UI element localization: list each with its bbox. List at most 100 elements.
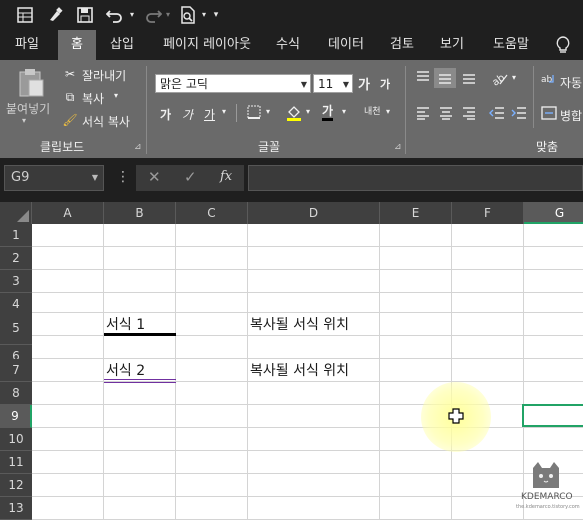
tab-help[interactable]: 도움말 bbox=[482, 30, 540, 60]
row-header-13[interactable]: 13 bbox=[0, 497, 32, 520]
italic-button[interactable]: 가 bbox=[182, 106, 193, 123]
column-header-a[interactable]: A bbox=[32, 202, 104, 224]
align-top-icon[interactable] bbox=[414, 70, 432, 88]
font-launcher-icon[interactable]: ⊿ bbox=[394, 142, 402, 152]
tab-review[interactable]: 검토 bbox=[380, 30, 424, 60]
grid-line bbox=[32, 292, 583, 293]
font-size-select[interactable]: 11 ▼ bbox=[313, 74, 353, 93]
column-header-c[interactable]: C bbox=[176, 202, 248, 224]
merge-button[interactable]: 병합 bbox=[560, 107, 582, 124]
decrease-indent-icon[interactable] bbox=[488, 106, 506, 124]
row-header-7[interactable]: 7 bbox=[0, 359, 32, 382]
orientation-dropdown-icon[interactable]: ▾ bbox=[512, 73, 516, 82]
format-painter-icon: 🖌 bbox=[62, 113, 78, 127]
column-header-g[interactable]: G bbox=[524, 202, 583, 224]
cut-button[interactable]: 잘라내기 bbox=[82, 67, 126, 84]
phonetic-dropdown-icon[interactable]: ▾ bbox=[386, 107, 390, 116]
clipboard-launcher-icon[interactable]: ⊿ bbox=[134, 142, 142, 152]
chevron-down-icon: ▼ bbox=[342, 80, 349, 89]
align-right-icon[interactable] bbox=[460, 106, 478, 124]
underline-dropdown-icon[interactable]: ▾ bbox=[222, 107, 226, 116]
paste-dropdown-icon[interactable]: ▾ bbox=[22, 116, 26, 125]
row-header-9[interactable]: 9 bbox=[0, 405, 32, 428]
format-painter-button[interactable]: 서식 복사 bbox=[82, 113, 130, 130]
selected-cell-g9[interactable] bbox=[522, 404, 583, 427]
row-header-11[interactable]: 11 bbox=[0, 451, 32, 474]
fill-dropdown-icon[interactable]: ▾ bbox=[306, 107, 310, 116]
group-separator bbox=[146, 66, 147, 154]
name-box[interactable]: G9 ▼ bbox=[4, 165, 104, 191]
print-preview-icon[interactable] bbox=[177, 3, 199, 27]
cell-d7[interactable]: 복사될 서식 위치 bbox=[250, 360, 349, 380]
border-icon[interactable] bbox=[245, 105, 263, 123]
border-dropdown-icon[interactable]: ▾ bbox=[266, 107, 270, 116]
column-header-b[interactable]: B bbox=[104, 202, 176, 224]
align-bottom-icon[interactable] bbox=[460, 70, 478, 88]
increase-indent-icon[interactable] bbox=[510, 106, 528, 124]
customize-icon[interactable]: ▾ bbox=[210, 3, 222, 27]
formula-input[interactable] bbox=[248, 165, 583, 191]
save-icon[interactable] bbox=[74, 3, 96, 27]
more-options-icon[interactable]: ⋮ bbox=[116, 170, 130, 184]
cell-cursor-icon bbox=[448, 408, 464, 424]
cell-d5[interactable]: 복사될 서식 위치 bbox=[250, 314, 349, 334]
row-header-1[interactable]: 1 bbox=[0, 224, 32, 247]
shrink-font-button[interactable]: 가 bbox=[380, 76, 390, 92]
ribbon: 붙여넣기 ▾ ✂ 잘라내기 ⧉ 복사 ▾ 🖌 서식 복사 클립보드 ⊿ 맑은 고… bbox=[0, 60, 583, 158]
paste-button[interactable]: 붙여넣기 bbox=[6, 100, 50, 117]
preview-dropdown-icon[interactable]: ▾ bbox=[199, 3, 209, 27]
undo-dropdown-icon[interactable]: ▾ bbox=[127, 3, 137, 27]
undo-icon[interactable] bbox=[104, 3, 126, 27]
tab-view[interactable]: 보기 bbox=[430, 30, 474, 60]
font-color-button[interactable]: 가 bbox=[322, 104, 334, 121]
font-name-select[interactable]: 맑은 고딕 ▼ bbox=[155, 74, 311, 93]
grow-font-button[interactable]: 가 bbox=[358, 74, 370, 93]
lightbulb-icon[interactable] bbox=[548, 30, 578, 60]
redo-icon bbox=[142, 3, 164, 27]
chevron-down-icon[interactable]: ▼ bbox=[92, 166, 98, 190]
group-separator bbox=[533, 66, 534, 128]
row-header-3[interactable]: 3 bbox=[0, 270, 32, 293]
spreadsheet-grid[interactable]: A B C D E F G 1 2 3 4 5 6 7 8 9 10 11 12… bbox=[0, 202, 583, 520]
phonetic-button[interactable]: 내천 bbox=[364, 104, 381, 117]
watermark-url: the.kdemarco.tistory.com bbox=[516, 504, 580, 510]
tab-page-layout[interactable]: 페이지 레이아웃 bbox=[152, 30, 262, 60]
brush-icon[interactable] bbox=[44, 3, 66, 27]
orientation-icon[interactable]: ab bbox=[488, 70, 510, 90]
table-icon[interactable] bbox=[14, 3, 36, 27]
tab-data[interactable]: 데이터 bbox=[318, 30, 374, 60]
align-left-icon[interactable] bbox=[414, 106, 432, 124]
select-all-corner[interactable] bbox=[0, 202, 32, 224]
column-header-d[interactable]: D bbox=[248, 202, 380, 224]
copy-button[interactable]: 복사 bbox=[82, 90, 104, 107]
tab-insert[interactable]: 삽입 bbox=[100, 30, 144, 60]
grid-line bbox=[32, 473, 583, 474]
fill-color-icon[interactable] bbox=[285, 105, 303, 125]
grid-line bbox=[32, 496, 583, 497]
underline-button[interactable]: 가 bbox=[204, 106, 215, 123]
insert-function-icon[interactable]: fx bbox=[220, 169, 232, 184]
enter-icon[interactable]: ✓ bbox=[184, 168, 197, 186]
chevron-down-icon: ▼ bbox=[300, 80, 307, 89]
cell-b7[interactable]: 서식 2 bbox=[106, 360, 145, 380]
column-header-f[interactable]: F bbox=[452, 202, 524, 224]
cancel-icon[interactable]: ✕ bbox=[148, 168, 161, 186]
font-color-dropdown-icon[interactable]: ▾ bbox=[342, 107, 346, 116]
align-middle-icon[interactable] bbox=[434, 68, 456, 88]
row-header-10[interactable]: 10 bbox=[0, 428, 32, 451]
tab-formulas[interactable]: 수식 bbox=[266, 30, 310, 60]
bold-button[interactable]: 가 bbox=[160, 106, 171, 123]
grid-line bbox=[32, 312, 583, 313]
tab-file[interactable]: 파일 bbox=[0, 30, 54, 60]
row-header-12[interactable]: 12 bbox=[0, 474, 32, 497]
row-header-5[interactable]: 5 bbox=[0, 312, 32, 345]
row-header-8[interactable]: 8 bbox=[0, 382, 32, 405]
column-header-e[interactable]: E bbox=[380, 202, 452, 224]
row-header-2[interactable]: 2 bbox=[0, 247, 32, 270]
tab-home[interactable]: 홈 bbox=[58, 30, 96, 60]
cell-b5[interactable]: 서식 1 bbox=[106, 314, 145, 334]
copy-dropdown-icon[interactable]: ▾ bbox=[114, 91, 118, 100]
paste-icon[interactable] bbox=[14, 68, 48, 98]
wrap-text-button[interactable]: 자동 bbox=[560, 74, 582, 91]
align-center-icon[interactable] bbox=[437, 106, 455, 124]
